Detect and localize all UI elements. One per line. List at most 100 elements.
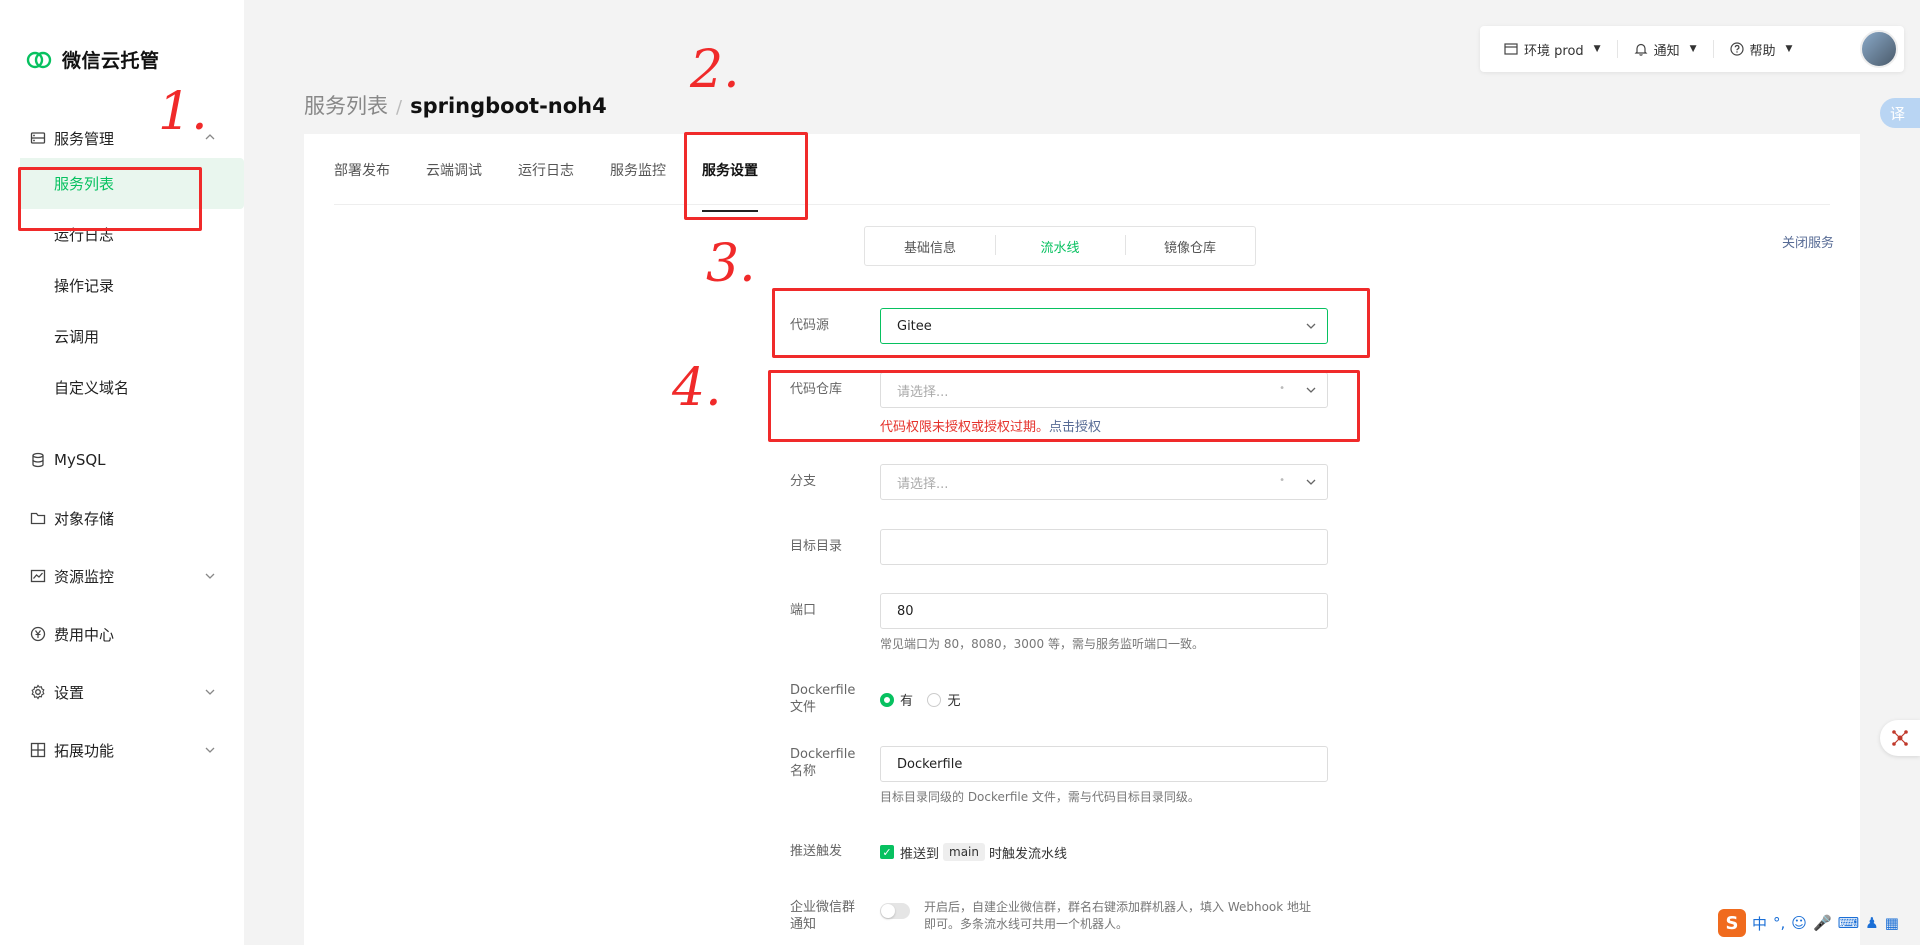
bell-icon — [1634, 43, 1648, 56]
radio-no-label: 无 — [947, 694, 961, 709]
annotation-box-3 — [772, 288, 1370, 358]
radio-yes-label: 有 — [900, 694, 914, 709]
breadcrumb-parent[interactable]: 服务列表 — [304, 90, 388, 120]
form-row-dockerfile: Dockerfile 文件 有 无 — [790, 682, 970, 716]
translate-button[interactable]: 译 — [1880, 98, 1920, 128]
help-label: 帮助 — [1749, 43, 1776, 59]
annotation-number-3: 3. — [706, 234, 756, 294]
microphone-icon[interactable]: 🎤 — [1813, 914, 1832, 932]
form-row-target-dir: 目标目录 — [790, 529, 1328, 565]
notify-button[interactable]: 通知 ▼ — [1634, 40, 1697, 59]
dockerfile-name-label-line1: Dockerfile — [790, 747, 856, 762]
wecom-label-line1: 企业微信群 — [790, 900, 856, 915]
app-logo[interactable]: 微信云托管 — [26, 46, 160, 73]
dockerfile-name-input[interactable]: Dockerfile — [880, 746, 1328, 782]
radio-checked-icon — [880, 692, 894, 707]
sidebar-item-cloud-call[interactable]: 云调用 — [0, 311, 244, 362]
sidebar-group-label: 对象存储 — [54, 509, 115, 528]
form-row-branch: 分支 请选择... • — [790, 464, 1328, 500]
dockerfile-radio-yes[interactable]: 有 — [880, 690, 913, 709]
help-button[interactable]: 帮助 ▼ — [1729, 40, 1793, 59]
dockerfile-label-line2: 文件 — [790, 700, 817, 715]
sidebar-group-extensions[interactable]: 拓展功能 — [0, 721, 244, 779]
annotation-number-4: 4. — [672, 358, 722, 418]
sidebar-group-label: 服务管理 — [54, 129, 115, 148]
branch-placeholder: 请选择... — [897, 476, 949, 492]
network-icon — [1892, 730, 1908, 746]
dockerfile-name-label-line2: 名称 — [790, 764, 817, 779]
cloud-logo-icon — [26, 51, 52, 68]
top-bar: 环境 prod ▼ 通知 ▼ 帮助 ▼ — [1480, 26, 1904, 72]
chevron-down-icon — [205, 747, 215, 753]
ime-toolbar: S 中 °, ☺ 🎤 ⌨ ♟ ▦ — [1718, 908, 1899, 938]
yen-icon — [30, 626, 46, 642]
env-selector[interactable]: 环境 prod ▼ — [1504, 40, 1601, 59]
form-row-push-trigger: 推送触发 ✓ 推送到 main 时触发流水线 — [790, 842, 1067, 862]
server-icon — [30, 130, 46, 146]
tab-service-monitor[interactable]: 服务监控 — [610, 134, 666, 206]
chevron-down-icon — [205, 689, 215, 695]
dockerfile-label: Dockerfile 文件 — [790, 682, 880, 716]
sidebar-group-resource-monitor[interactable]: 资源监控 — [0, 547, 244, 605]
ime-logo[interactable]: S — [1718, 909, 1746, 937]
avatar[interactable] — [1860, 30, 1898, 68]
tabs-divider — [334, 204, 1830, 205]
port-input[interactable]: 80 — [880, 593, 1328, 629]
caret-down-icon: ▼ — [1689, 44, 1697, 54]
sidebar-group-label: 费用中心 — [54, 625, 115, 644]
user-icon[interactable]: ♟ — [1865, 914, 1878, 932]
sidebar-item-operation-records[interactable]: 操作记录 — [0, 260, 244, 311]
push-trigger-label: 推送触发 — [790, 844, 843, 859]
folder-icon — [30, 510, 46, 526]
push-trigger-text-after: 时触发流水线 — [989, 846, 1068, 862]
port-hint: 常见端口为 80，8080，3000 等，需与服务监听端口一致。 — [880, 637, 1204, 651]
floating-assistant-button[interactable] — [1880, 720, 1920, 756]
dockerfile-name-hint: 目标目录同级的 Dockerfile 文件，需与代码目标目录同级。 — [880, 790, 1200, 804]
branch-select[interactable]: 请选择... • — [880, 464, 1328, 500]
sidebar-group-object-storage[interactable]: 对象存储 — [0, 489, 244, 547]
breadcrumb: 服务列表 / springboot-noh4 — [304, 90, 607, 120]
grid-menu-icon[interactable]: ▦ — [1885, 914, 1899, 932]
keyboard-icon[interactable]: ⌨ — [1838, 914, 1860, 932]
caret-down-icon: ▼ — [1785, 44, 1793, 54]
annotation-number-2: 2. — [690, 40, 740, 100]
sidebar-group-billing[interactable]: 费用中心 — [0, 605, 244, 663]
tab-run-logs[interactable]: 运行日志 — [518, 134, 574, 206]
annotation-box-1 — [18, 167, 202, 231]
annotation-number-1: 1. — [158, 82, 208, 142]
wecom-desc-line2: 即可。多条流水线可共用一个机器人。 — [924, 917, 1129, 931]
caret-down-icon: ▼ — [1593, 44, 1601, 54]
radio-unchecked-icon — [927, 692, 942, 707]
sidebar-group-settings[interactable]: 设置 — [0, 663, 244, 721]
wecom-toggle[interactable] — [880, 903, 910, 919]
annotation-box-2 — [684, 132, 808, 220]
breadcrumb-current: springboot-noh4 — [410, 94, 607, 118]
dockerfile-label-line1: Dockerfile — [790, 683, 856, 698]
breadcrumb-separator: / — [396, 97, 403, 118]
target-dir-input[interactable] — [880, 529, 1328, 565]
form-row-port: 端口 80 常见端口为 80，8080，3000 等，需与服务监听端口一致。 — [790, 593, 1328, 652]
sidebar-group-mysql[interactable]: MySQL — [0, 431, 244, 489]
wecom-label-line2: 通知 — [790, 917, 817, 932]
ime-language-toggle[interactable]: 中 — [1752, 913, 1767, 934]
subtab-pipeline[interactable]: 流水线 — [995, 234, 1125, 256]
divider — [1712, 40, 1714, 58]
sidebar-group-label: MySQL — [54, 451, 106, 469]
ime-punctuation-toggle[interactable]: °, — [1773, 914, 1785, 932]
tab-deploy[interactable]: 部署发布 — [334, 134, 390, 206]
main-panel: 部署发布 云端调试 运行日志 服务监控 服务设置 基础信息 流水线 镜像仓库 关… — [304, 134, 1860, 945]
help-icon — [1729, 42, 1744, 56]
branch-label: 分支 — [790, 474, 817, 489]
subtab-basic-info[interactable]: 基础信息 — [865, 237, 995, 256]
sidebar-group-label: 设置 — [54, 683, 85, 702]
emoji-icon[interactable]: ☺ — [1791, 914, 1807, 932]
sidebar-item-custom-domain[interactable]: 自定义域名 — [0, 362, 244, 413]
subtab-image-repo[interactable]: 镜像仓库 — [1125, 234, 1255, 256]
close-service-link[interactable]: 关闭服务 — [1782, 232, 1834, 251]
tab-cloud-debug[interactable]: 云端调试 — [426, 134, 482, 206]
dockerfile-radio-no[interactable]: 无 — [927, 690, 960, 709]
dockerfile-name-label: Dockerfile 名称 — [790, 746, 880, 805]
push-trigger-checkbox[interactable]: ✓ — [880, 845, 894, 859]
app-name: 微信云托管 — [62, 50, 160, 72]
wecom-label: 企业微信群 通知 — [790, 899, 880, 933]
